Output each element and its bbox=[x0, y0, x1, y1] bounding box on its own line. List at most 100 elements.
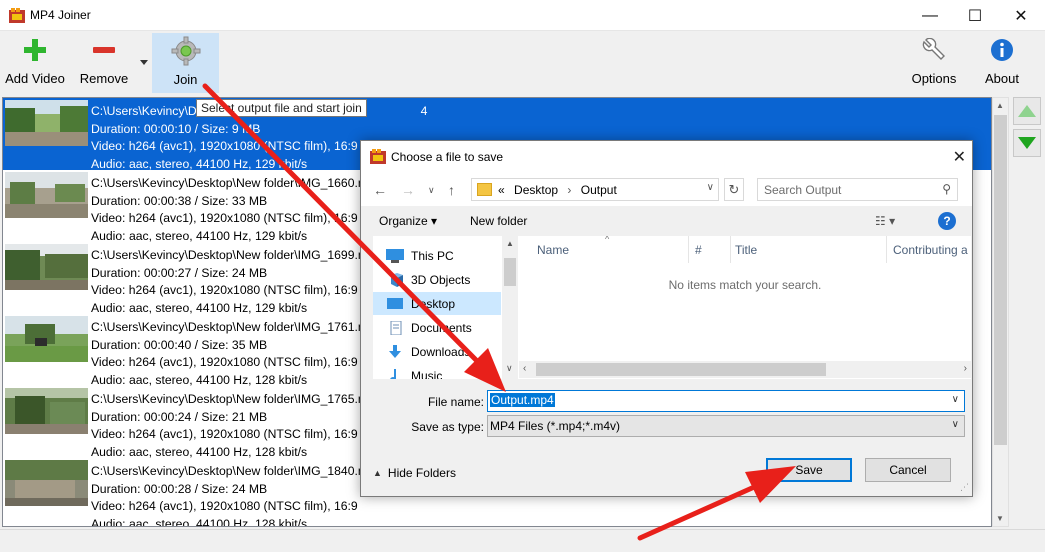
organize-menu[interactable]: Organize ▾ bbox=[379, 214, 437, 228]
file-path: C:\Users\Kevincy\Desktop\New folder\IMG_… bbox=[91, 248, 369, 262]
move-up-button[interactable] bbox=[1013, 97, 1041, 125]
file-duration: Duration: 00:00:10 / Size: 9 MB bbox=[91, 121, 261, 136]
recent-locations-icon[interactable]: ∨ bbox=[428, 185, 435, 196]
nav-item-music[interactable]: Music bbox=[373, 364, 501, 379]
scrollbar-thumb[interactable] bbox=[536, 363, 826, 376]
dialog-title: Choose a file to save bbox=[391, 150, 504, 164]
add-video-button[interactable]: Add Video bbox=[4, 33, 66, 93]
file-audio-info: Audio: aac, stereo, 44100 Hz, 128 kbit/s bbox=[91, 516, 308, 527]
column-label: Contributing a bbox=[893, 242, 968, 257]
download-icon bbox=[389, 344, 401, 358]
column-contributing[interactable]: Contributing a bbox=[887, 236, 971, 263]
file-duration: Duration: 00:00:40 / Size: 35 MB bbox=[91, 337, 268, 352]
cancel-label: Cancel bbox=[889, 463, 927, 477]
file-list-hscrollbar[interactable]: ‹ › bbox=[519, 361, 971, 378]
remove-button[interactable]: Remove bbox=[78, 33, 130, 93]
back-arrow-icon[interactable]: ← bbox=[373, 182, 387, 198]
column-title[interactable]: Title bbox=[731, 236, 887, 263]
options-label: Options bbox=[911, 71, 957, 86]
nav-item-label: Music bbox=[411, 368, 443, 380]
move-down-button[interactable] bbox=[1013, 129, 1041, 157]
file-path: C:\Users\Kevincy\D bbox=[91, 104, 197, 118]
up-arrow-icon[interactable]: ↑ bbox=[448, 182, 455, 198]
forward-arrow-icon[interactable]: → bbox=[401, 182, 415, 198]
join-tooltip: Select output file and start join bbox=[196, 99, 367, 117]
remove-label: Remove bbox=[79, 71, 129, 86]
options-button[interactable]: Options bbox=[908, 33, 960, 93]
wrench-icon bbox=[922, 38, 945, 60]
file-video-info: Video: h264 (avc1), 1920x1080 (NTSC film… bbox=[91, 499, 358, 513]
computer-icon bbox=[386, 248, 404, 263]
save-label: Save bbox=[795, 463, 823, 477]
file-video-info: Video: h264 (avc1), 1920x1080 (NTSC film… bbox=[91, 211, 358, 225]
breadcrumb-overflow[interactable]: « bbox=[498, 183, 505, 197]
search-icon: ⚲ bbox=[942, 182, 951, 196]
document-icon bbox=[390, 320, 402, 335]
column-label: # bbox=[695, 242, 702, 257]
empty-message: No items match your search. bbox=[668, 278, 822, 292]
scrollbar-thumb[interactable] bbox=[994, 115, 1007, 445]
video-thumbnail bbox=[5, 100, 88, 146]
file-list-pane: Name ^ # Title Contributing a No items m… bbox=[519, 236, 971, 379]
file-path: C:\Users\Kevincy\Desktop\New folder\IMG_… bbox=[91, 176, 369, 190]
dialog-title-bar: Choose a file to save ✕ bbox=[361, 141, 972, 172]
about-button[interactable]: About bbox=[978, 33, 1026, 93]
info-icon bbox=[991, 39, 1013, 61]
list-scrollbar[interactable]: ▲ ▼ bbox=[992, 97, 1009, 527]
scroll-right-icon[interactable]: › bbox=[964, 363, 967, 374]
column-label: Name bbox=[537, 242, 570, 257]
save-button[interactable]: Save bbox=[766, 458, 852, 482]
nav-item-3d-objects[interactable]: 3D Objects bbox=[373, 268, 501, 291]
new-folder-button[interactable]: New folder bbox=[470, 214, 527, 228]
file-duration: Duration: 00:00:38 / Size: 33 MB bbox=[91, 193, 268, 208]
navigation-pane-scrollbar[interactable]: ▲ ∨ bbox=[502, 236, 518, 379]
save-as-type-label: Save as type: bbox=[411, 420, 484, 434]
nav-item-documents[interactable]: Documents bbox=[373, 316, 501, 339]
app-icon bbox=[9, 8, 25, 23]
maximize-button[interactable]: ☐ bbox=[952, 0, 998, 31]
breadcrumb-desktop[interactable]: Desktop bbox=[514, 183, 558, 197]
scroll-up-icon[interactable]: ▲ bbox=[996, 101, 1004, 110]
resize-grip-icon[interactable]: ⋰ bbox=[960, 482, 969, 493]
chevron-down-icon[interactable]: ∨ bbox=[952, 419, 959, 430]
video-thumbnail bbox=[5, 316, 88, 362]
dialog-close-button[interactable]: ✕ bbox=[953, 147, 966, 167]
file-name-input[interactable]: Output.mp4 ∨ bbox=[487, 390, 965, 412]
file-video-info: Video: h264 (avc1), 1920x1080 (NTSC film… bbox=[91, 427, 358, 441]
add-video-label: Add Video bbox=[5, 71, 65, 86]
save-as-type-select[interactable]: MP4 Files (*.mp4;*.m4v) ∨ bbox=[487, 415, 965, 437]
close-button[interactable]: ✕ bbox=[998, 0, 1044, 31]
minimize-button[interactable]: — bbox=[907, 0, 953, 31]
chevron-down-icon[interactable] bbox=[140, 60, 148, 65]
nav-item-desktop[interactable]: Desktop bbox=[373, 292, 501, 315]
nav-item-this-pc[interactable]: This PC bbox=[373, 244, 501, 267]
nav-item-label: Documents bbox=[411, 320, 472, 335]
search-input[interactable]: Search Output ⚲ bbox=[757, 178, 958, 201]
search-placeholder: Search Output bbox=[764, 183, 842, 197]
scrollbar-thumb[interactable] bbox=[504, 258, 516, 286]
scroll-left-icon[interactable]: ‹ bbox=[523, 363, 526, 374]
file-name-label: File name: bbox=[427, 395, 484, 409]
column-name[interactable]: Name bbox=[519, 236, 689, 263]
join-button[interactable]: Join bbox=[152, 33, 219, 93]
chevron-down-icon[interactable]: ∨ bbox=[952, 394, 959, 405]
hide-folders-button[interactable]: ▲ Hide Folders bbox=[373, 466, 456, 480]
address-bar[interactable]: « Desktop › Output ∨ bbox=[471, 178, 719, 201]
scroll-up-icon[interactable]: ▲ bbox=[506, 239, 514, 248]
breadcrumb-output[interactable]: Output bbox=[581, 183, 617, 197]
scroll-down-icon[interactable]: ▼ bbox=[996, 514, 1004, 523]
chevron-up-icon: ▲ bbox=[373, 468, 382, 478]
column-number[interactable]: # bbox=[689, 236, 731, 263]
gear-icon bbox=[171, 36, 200, 66]
chevron-down-icon[interactable]: ∨ bbox=[707, 182, 714, 193]
refresh-button[interactable]: ↻ bbox=[724, 178, 744, 201]
scroll-down-icon[interactable]: ∨ bbox=[506, 363, 513, 374]
hide-folders-label: Hide Folders bbox=[387, 466, 456, 480]
toolbar: Add Video Remove Join Options About bbox=[0, 31, 1045, 95]
title-bar: MP4 Joiner — ☐ ✕ bbox=[0, 0, 1045, 31]
view-options-icon[interactable]: ☷ ▾ bbox=[875, 214, 895, 228]
file-path: C:\Users\Kevincy\Desktop\New folder\IMG_… bbox=[91, 392, 369, 406]
nav-item-downloads[interactable]: Downloads bbox=[373, 340, 501, 363]
cancel-button[interactable]: Cancel bbox=[865, 458, 951, 482]
help-icon[interactable]: ? bbox=[938, 212, 956, 230]
